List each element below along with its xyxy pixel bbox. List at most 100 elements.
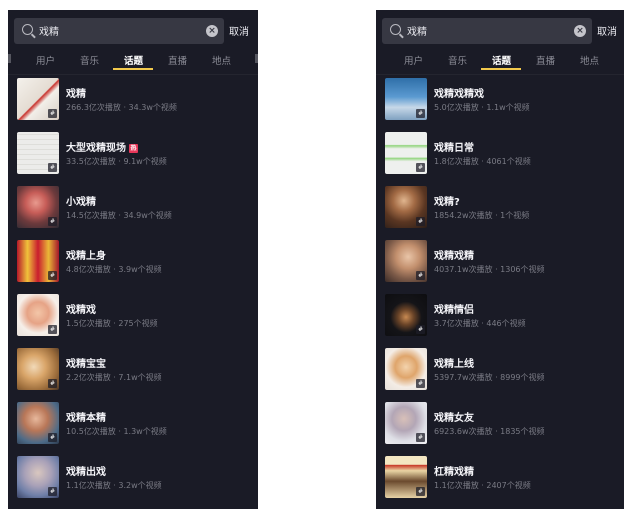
topic-stats: 10.5亿次播放 · 1.3w个视频 xyxy=(66,427,167,436)
search-screen-left: 戏精 × 取消 用户 音乐 话题 直播 地点 # 戏精 266.3亿次播放 · … xyxy=(8,10,258,509)
hashtag-icon: # xyxy=(416,217,425,226)
topic-title: 杠精戏精 xyxy=(434,467,474,478)
hot-badge: 热 xyxy=(129,144,138,153)
topic-thumbnail: # xyxy=(385,186,427,228)
topic-title: 戏精本精 xyxy=(66,413,106,424)
hashtag-icon: # xyxy=(416,487,425,496)
divider xyxy=(376,74,624,75)
topic-thumbnail: # xyxy=(385,132,427,174)
hashtag-icon: # xyxy=(416,379,425,388)
topic-thumbnail: # xyxy=(17,78,59,120)
list-item[interactable]: # 戏精 266.3亿次播放 · 34.3w个视频 xyxy=(8,78,258,132)
search-bar: 戏精 × 取消 xyxy=(376,18,624,46)
tab-live[interactable]: 直播 xyxy=(536,53,555,67)
hashtag-icon: # xyxy=(48,109,57,118)
topic-title: 戏精? xyxy=(434,197,460,208)
tab-live[interactable]: 直播 xyxy=(168,53,187,67)
list-item[interactable]: # 戏精上线 5397.7w次播放 · 8999个视频 xyxy=(376,348,624,402)
topic-thumbnail: # xyxy=(17,240,59,282)
topic-stats: 6923.6w次播放 · 1835个视频 xyxy=(434,427,545,436)
search-icon xyxy=(390,24,401,35)
tab-music[interactable]: 音乐 xyxy=(80,53,99,67)
clear-icon[interactable]: × xyxy=(206,25,218,37)
topic-stats: 3.7亿次播放 · 446个视频 xyxy=(434,319,526,328)
search-bar: 戏精 × 取消 xyxy=(8,18,258,46)
hashtag-icon: # xyxy=(416,271,425,280)
tab-edge-mark xyxy=(8,54,11,63)
search-screen-right: 戏精 × 取消 用户 音乐 话题 直播 地点 # 戏精戏精戏 5.0亿次播放 ·… xyxy=(376,10,624,509)
topic-thumbnail: # xyxy=(385,402,427,444)
topic-stats: 266.3亿次播放 · 34.3w个视频 xyxy=(66,103,177,112)
cancel-button[interactable]: 取消 xyxy=(229,23,249,38)
topic-title: 戏精情侣 xyxy=(434,305,474,316)
list-item[interactable]: # 戏精戏精戏 5.0亿次播放 · 1.1w个视频 xyxy=(376,78,624,132)
tab-places[interactable]: 地点 xyxy=(212,53,231,67)
search-input[interactable]: 戏精 × xyxy=(382,18,592,44)
cancel-button[interactable]: 取消 xyxy=(597,23,617,38)
search-icon xyxy=(22,24,33,35)
tab-bar: 用户 音乐 话题 直播 地点 xyxy=(8,48,258,72)
topic-thumbnail: # xyxy=(385,294,427,336)
tab-music[interactable]: 音乐 xyxy=(448,53,467,67)
list-item[interactable]: # 戏精宝宝 2.2亿次播放 · 7.1w个视频 xyxy=(8,348,258,402)
topic-stats: 1.8亿次播放 · 4061个视频 xyxy=(434,157,531,166)
topic-stats: 1.5亿次播放 · 275个视频 xyxy=(66,319,158,328)
clear-icon[interactable]: × xyxy=(574,25,586,37)
hashtag-icon: # xyxy=(416,163,425,172)
topic-stats: 2.2亿次播放 · 7.1w个视频 xyxy=(66,373,162,382)
list-item[interactable]: # 大型戏精现场热 33.5亿次播放 · 9.1w个视频 xyxy=(8,132,258,186)
topic-thumbnail: # xyxy=(385,240,427,282)
topic-thumbnail: # xyxy=(17,294,59,336)
topic-title: 戏精女友 xyxy=(434,413,474,424)
topic-thumbnail: # xyxy=(17,186,59,228)
hashtag-icon: # xyxy=(48,379,57,388)
tab-places[interactable]: 地点 xyxy=(580,53,599,67)
topic-title: 戏精 xyxy=(66,89,86,100)
topic-stats: 5397.7w次播放 · 8999个视频 xyxy=(434,373,545,382)
list-item[interactable]: # 戏精戏精 4037.1w次播放 · 1306个视频 xyxy=(376,240,624,294)
list-item[interactable]: # 杠精戏精 1.1亿次播放 · 2407个视频 xyxy=(376,456,624,509)
topic-thumbnail: # xyxy=(17,456,59,498)
tab-edge-mark xyxy=(255,54,258,63)
topic-title-text: 大型戏精现场 xyxy=(66,143,126,154)
topic-stats: 33.5亿次播放 · 9.1w个视频 xyxy=(66,157,167,166)
topic-thumbnail: # xyxy=(17,348,59,390)
topic-title: 戏精出戏 xyxy=(66,467,106,478)
search-input[interactable]: 戏精 × xyxy=(14,18,224,44)
list-item[interactable]: # 戏精上身 4.8亿次播放 · 3.9w个视频 xyxy=(8,240,258,294)
topic-stats: 4037.1w次播放 · 1306个视频 xyxy=(434,265,545,274)
topic-stats: 14.5亿次播放 · 34.9w个视频 xyxy=(66,211,172,220)
list-item[interactable]: # 小戏精 14.5亿次播放 · 34.9w个视频 xyxy=(8,186,258,240)
hashtag-icon: # xyxy=(48,271,57,280)
tab-bar: 用户 音乐 话题 直播 地点 xyxy=(376,48,624,72)
topic-title: 大型戏精现场热 xyxy=(66,139,138,154)
hashtag-icon: # xyxy=(48,487,57,496)
active-tab-indicator xyxy=(113,68,153,70)
tab-users[interactable]: 用户 xyxy=(404,53,423,67)
topic-title: 戏精日常 xyxy=(434,143,474,154)
tab-topics[interactable]: 话题 xyxy=(124,53,143,67)
hashtag-icon: # xyxy=(48,217,57,226)
list-item[interactable]: # 戏精出戏 1.1亿次播放 · 3.2w个视频 xyxy=(8,456,258,509)
list-item[interactable]: # 戏精情侣 3.7亿次播放 · 446个视频 xyxy=(376,294,624,348)
topic-title: 戏精上线 xyxy=(434,359,474,370)
tab-users[interactable]: 用户 xyxy=(36,53,55,67)
topic-title: 戏精上身 xyxy=(66,251,106,262)
topic-stats: 1.1亿次播放 · 3.2w个视频 xyxy=(66,481,162,490)
list-item[interactable]: # 戏精日常 1.8亿次播放 · 4061个视频 xyxy=(376,132,624,186)
list-item[interactable]: # 戏精? 1854.2w次播放 · 1个视频 xyxy=(376,186,624,240)
list-item[interactable]: # 戏精戏 1.5亿次播放 · 275个视频 xyxy=(8,294,258,348)
topic-thumbnail: # xyxy=(385,348,427,390)
topic-title: 戏精宝宝 xyxy=(66,359,106,370)
topic-thumbnail: # xyxy=(385,456,427,498)
hashtag-icon: # xyxy=(48,163,57,172)
list-item[interactable]: # 戏精女友 6923.6w次播放 · 1835个视频 xyxy=(376,402,624,456)
list-item[interactable]: # 戏精本精 10.5亿次播放 · 1.3w个视频 xyxy=(8,402,258,456)
topic-title: 戏精戏精戏 xyxy=(434,89,484,100)
topic-stats: 1.1亿次播放 · 2407个视频 xyxy=(434,481,531,490)
topic-stats: 1854.2w次播放 · 1个视频 xyxy=(434,211,530,220)
hashtag-icon: # xyxy=(48,325,57,334)
topic-thumbnail: # xyxy=(385,78,427,120)
topic-title: 小戏精 xyxy=(66,197,96,208)
tab-topics[interactable]: 话题 xyxy=(492,53,511,67)
